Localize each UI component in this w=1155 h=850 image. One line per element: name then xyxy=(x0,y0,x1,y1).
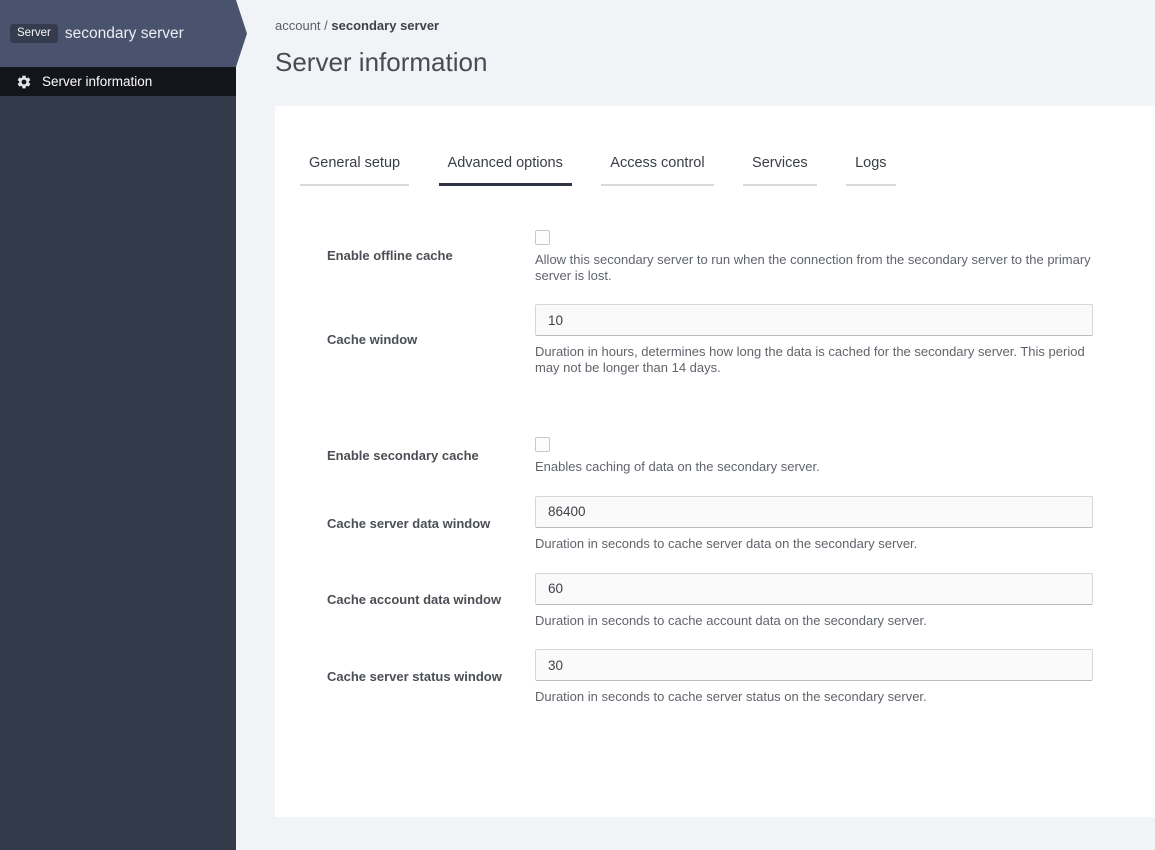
field-help-text: Duration in seconds to cache account dat… xyxy=(535,612,927,628)
breadcrumb-current: secondary server xyxy=(331,18,440,33)
server-settings-card: General setup Advanced options Access co… xyxy=(275,106,1155,817)
breadcrumb-separator: / xyxy=(324,18,328,33)
cache-window-input[interactable] xyxy=(535,304,1093,337)
field-label: Enable offline cache xyxy=(327,248,453,264)
form-row: Cache window Duration in hours, determin… xyxy=(327,304,1155,375)
form-row: Cache account data window Duration in se… xyxy=(327,572,1155,629)
advanced-options-form: Enable offline cache Allow this secondar… xyxy=(275,230,1155,705)
field-label: Cache window xyxy=(327,331,418,347)
field-label: Cache account data window xyxy=(327,592,502,608)
cache-server-status-window-input[interactable] xyxy=(535,649,1093,682)
sidebar: Server secondary server Server informati… xyxy=(0,0,247,850)
tab-services[interactable]: Services xyxy=(743,155,817,186)
form-row: Enable offline cache Allow this secondar… xyxy=(327,230,1155,283)
tab-general-setup[interactable]: General setup xyxy=(300,155,410,186)
sidebar-item-label: Server information xyxy=(42,74,153,89)
server-type-badge: Server xyxy=(10,23,58,44)
enable-secondary-cache-checkbox[interactable] xyxy=(535,437,550,453)
form-row: Cache server status window Duration in s… xyxy=(327,649,1155,705)
main-content: account / secondary server Server inform… xyxy=(236,0,1155,850)
field-label: Cache server status window xyxy=(327,668,502,684)
tab-access-control[interactable]: Access control xyxy=(601,155,714,186)
cache-server-data-window-input[interactable] xyxy=(535,495,1093,528)
form-row: Enable secondary cache Enables caching o… xyxy=(327,437,1155,475)
gear-icon xyxy=(16,74,32,90)
field-label: Enable secondary cache xyxy=(327,448,479,464)
field-help-text: Allow this secondary server to run when … xyxy=(535,252,1091,283)
sidebar-server-name: secondary server xyxy=(64,24,184,42)
field-help-text: Enables caching of data on the secondary… xyxy=(535,459,820,475)
sidebar-item-server-information[interactable]: Server information xyxy=(0,67,236,96)
tab-bar: General setup Advanced options Access co… xyxy=(300,154,1155,186)
cache-account-data-window-input[interactable] xyxy=(535,572,1093,605)
field-help-text: Duration in hours, determines how long t… xyxy=(535,344,1085,375)
form-row: Cache server data window Duration in sec… xyxy=(327,495,1155,552)
tab-logs[interactable]: Logs xyxy=(846,155,896,186)
field-help-text: Duration in seconds to cache server data… xyxy=(535,535,918,551)
field-label: Cache server data window xyxy=(327,515,491,531)
breadcrumb-account-link[interactable]: account xyxy=(275,18,321,33)
breadcrumb: account / secondary server xyxy=(275,18,1155,33)
topbar: account / secondary server Server inform… xyxy=(236,0,1155,79)
enable-offline-cache-checkbox[interactable] xyxy=(535,230,550,245)
tab-advanced-options[interactable]: Advanced options xyxy=(438,155,572,186)
field-help-text: Duration in seconds to cache server stat… xyxy=(535,689,927,705)
page-title: Server information xyxy=(275,47,488,77)
sidebar-header: Server secondary server xyxy=(0,0,247,67)
